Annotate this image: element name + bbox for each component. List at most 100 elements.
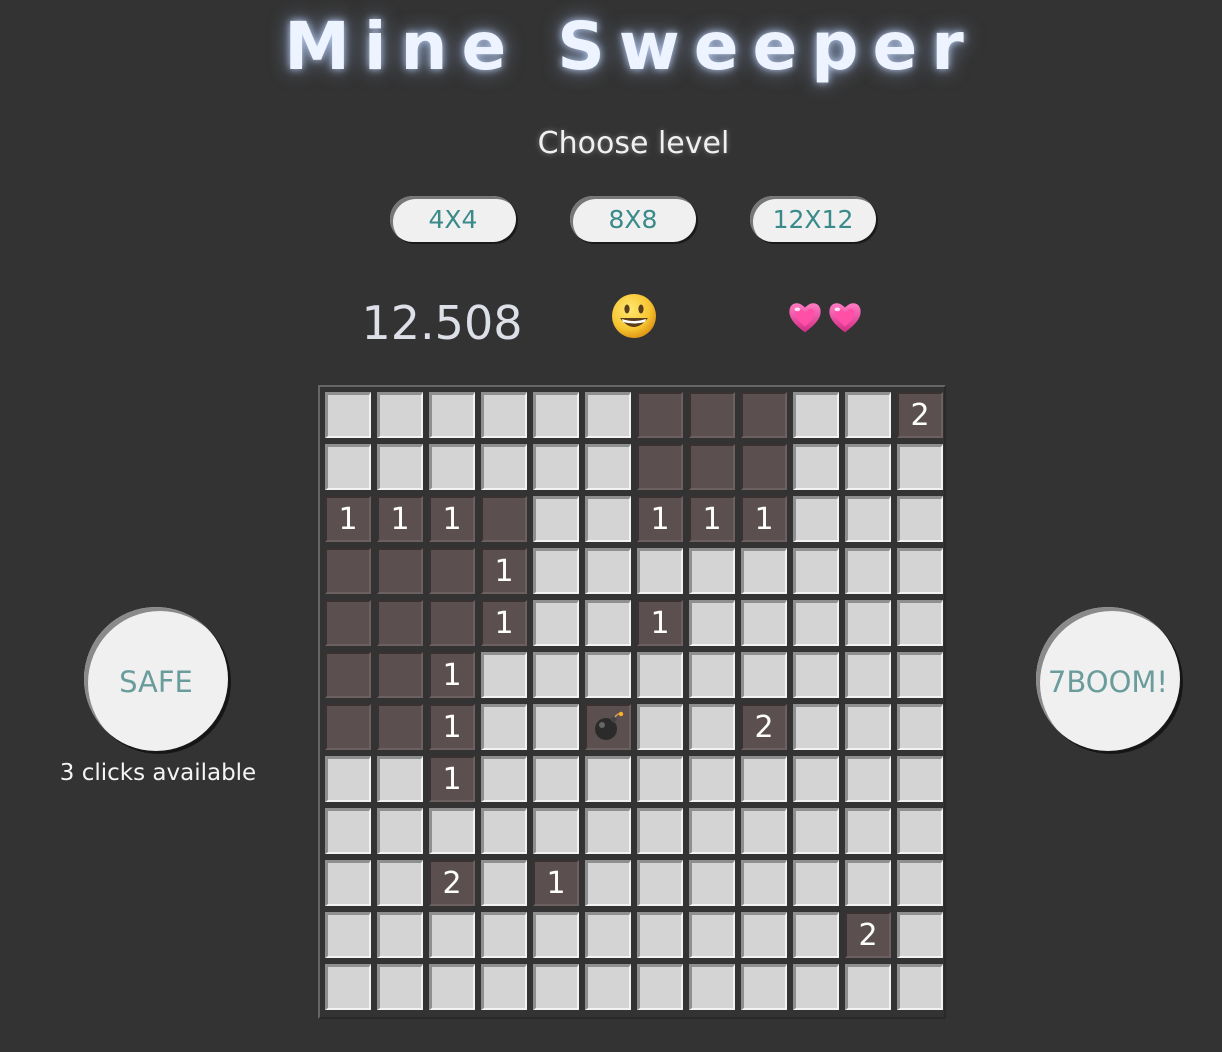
hidden-cell[interactable] (741, 756, 787, 802)
hidden-cell[interactable] (689, 600, 735, 646)
hidden-cell[interactable] (481, 704, 527, 750)
hidden-cell[interactable] (793, 964, 839, 1010)
hidden-cell[interactable] (377, 860, 423, 906)
hidden-cell[interactable] (429, 392, 475, 438)
hidden-cell[interactable] (793, 808, 839, 854)
hidden-cell[interactable] (533, 548, 579, 594)
hidden-cell[interactable] (585, 756, 631, 802)
hidden-cell[interactable] (533, 392, 579, 438)
hidden-cell[interactable] (585, 652, 631, 698)
hidden-cell[interactable] (533, 912, 579, 958)
smiley-reset-icon[interactable] (610, 292, 658, 340)
hidden-cell[interactable] (689, 912, 735, 958)
hidden-cell[interactable] (689, 860, 735, 906)
hidden-cell[interactable] (377, 756, 423, 802)
hidden-cell[interactable] (793, 548, 839, 594)
hidden-cell[interactable] (325, 444, 371, 490)
hidden-cell[interactable] (429, 964, 475, 1010)
hidden-cell[interactable] (793, 392, 839, 438)
hidden-cell[interactable] (481, 444, 527, 490)
hidden-cell[interactable] (533, 444, 579, 490)
hidden-cell[interactable] (793, 444, 839, 490)
hidden-cell[interactable] (481, 860, 527, 906)
level-8x8-button[interactable]: 8X8 (570, 196, 696, 242)
hidden-cell[interactable] (325, 756, 371, 802)
hidden-cell[interactable] (793, 756, 839, 802)
hidden-cell[interactable] (741, 964, 787, 1010)
hidden-cell[interactable] (741, 912, 787, 958)
hidden-cell[interactable] (741, 808, 787, 854)
hidden-cell[interactable] (637, 964, 683, 1010)
hidden-cell[interactable] (585, 808, 631, 854)
hidden-cell[interactable] (377, 444, 423, 490)
hidden-cell[interactable] (585, 496, 631, 542)
hidden-cell[interactable] (533, 964, 579, 1010)
hidden-cell[interactable] (897, 964, 943, 1010)
hidden-cell[interactable] (689, 756, 735, 802)
hidden-cell[interactable] (793, 496, 839, 542)
hidden-cell[interactable] (845, 652, 891, 698)
hidden-cell[interactable] (897, 548, 943, 594)
hidden-cell[interactable] (481, 756, 527, 802)
seven-boom-button[interactable]: 7BOOM! (1036, 607, 1180, 751)
hidden-cell[interactable] (325, 808, 371, 854)
hidden-cell[interactable] (533, 808, 579, 854)
level-4x4-button[interactable]: 4X4 (390, 196, 516, 242)
hidden-cell[interactable] (637, 808, 683, 854)
hidden-cell[interactable] (741, 548, 787, 594)
hidden-cell[interactable] (845, 860, 891, 906)
hidden-cell[interactable] (689, 704, 735, 750)
hidden-cell[interactable] (429, 912, 475, 958)
hidden-cell[interactable] (585, 444, 631, 490)
hidden-cell[interactable] (689, 652, 735, 698)
hidden-cell[interactable] (429, 808, 475, 854)
hidden-cell[interactable] (897, 652, 943, 698)
hidden-cell[interactable] (689, 548, 735, 594)
hidden-cell[interactable] (845, 600, 891, 646)
hidden-cell[interactable] (793, 652, 839, 698)
hidden-cell[interactable] (533, 496, 579, 542)
hidden-cell[interactable] (689, 964, 735, 1010)
hidden-cell[interactable] (533, 600, 579, 646)
hidden-cell[interactable] (325, 964, 371, 1010)
hidden-cell[interactable] (793, 912, 839, 958)
hidden-cell[interactable] (585, 392, 631, 438)
hidden-cell[interactable] (845, 392, 891, 438)
hidden-cell[interactable] (793, 704, 839, 750)
hidden-cell[interactable] (793, 600, 839, 646)
hidden-cell[interactable] (481, 392, 527, 438)
hidden-cell[interactable] (637, 756, 683, 802)
level-12x12-button[interactable]: 12X12 (750, 196, 876, 242)
hidden-cell[interactable] (793, 860, 839, 906)
hidden-cell[interactable] (845, 496, 891, 542)
hidden-cell[interactable] (897, 496, 943, 542)
hidden-cell[interactable] (585, 548, 631, 594)
hidden-cell[interactable] (533, 652, 579, 698)
hidden-cell[interactable] (845, 808, 891, 854)
hidden-cell[interactable] (637, 704, 683, 750)
hidden-cell[interactable] (481, 964, 527, 1010)
hidden-cell[interactable] (481, 808, 527, 854)
hidden-cell[interactable] (637, 548, 683, 594)
safe-button[interactable]: SAFE (84, 607, 228, 751)
hidden-cell[interactable] (533, 704, 579, 750)
hidden-cell[interactable] (377, 392, 423, 438)
hidden-cell[interactable] (897, 912, 943, 958)
hidden-cell[interactable] (897, 444, 943, 490)
hidden-cell[interactable] (741, 600, 787, 646)
hidden-cell[interactable] (845, 444, 891, 490)
hidden-cell[interactable] (481, 652, 527, 698)
hidden-cell[interactable] (585, 860, 631, 906)
hidden-cell[interactable] (845, 704, 891, 750)
hidden-cell[interactable] (689, 808, 735, 854)
hidden-cell[interactable] (897, 860, 943, 906)
hidden-cell[interactable] (637, 912, 683, 958)
hidden-cell[interactable] (377, 964, 423, 1010)
hidden-cell[interactable] (377, 808, 423, 854)
hidden-cell[interactable] (897, 756, 943, 802)
hidden-cell[interactable] (325, 392, 371, 438)
hidden-cell[interactable] (845, 964, 891, 1010)
hidden-cell[interactable] (845, 756, 891, 802)
hidden-cell[interactable] (741, 652, 787, 698)
hidden-cell[interactable] (845, 548, 891, 594)
